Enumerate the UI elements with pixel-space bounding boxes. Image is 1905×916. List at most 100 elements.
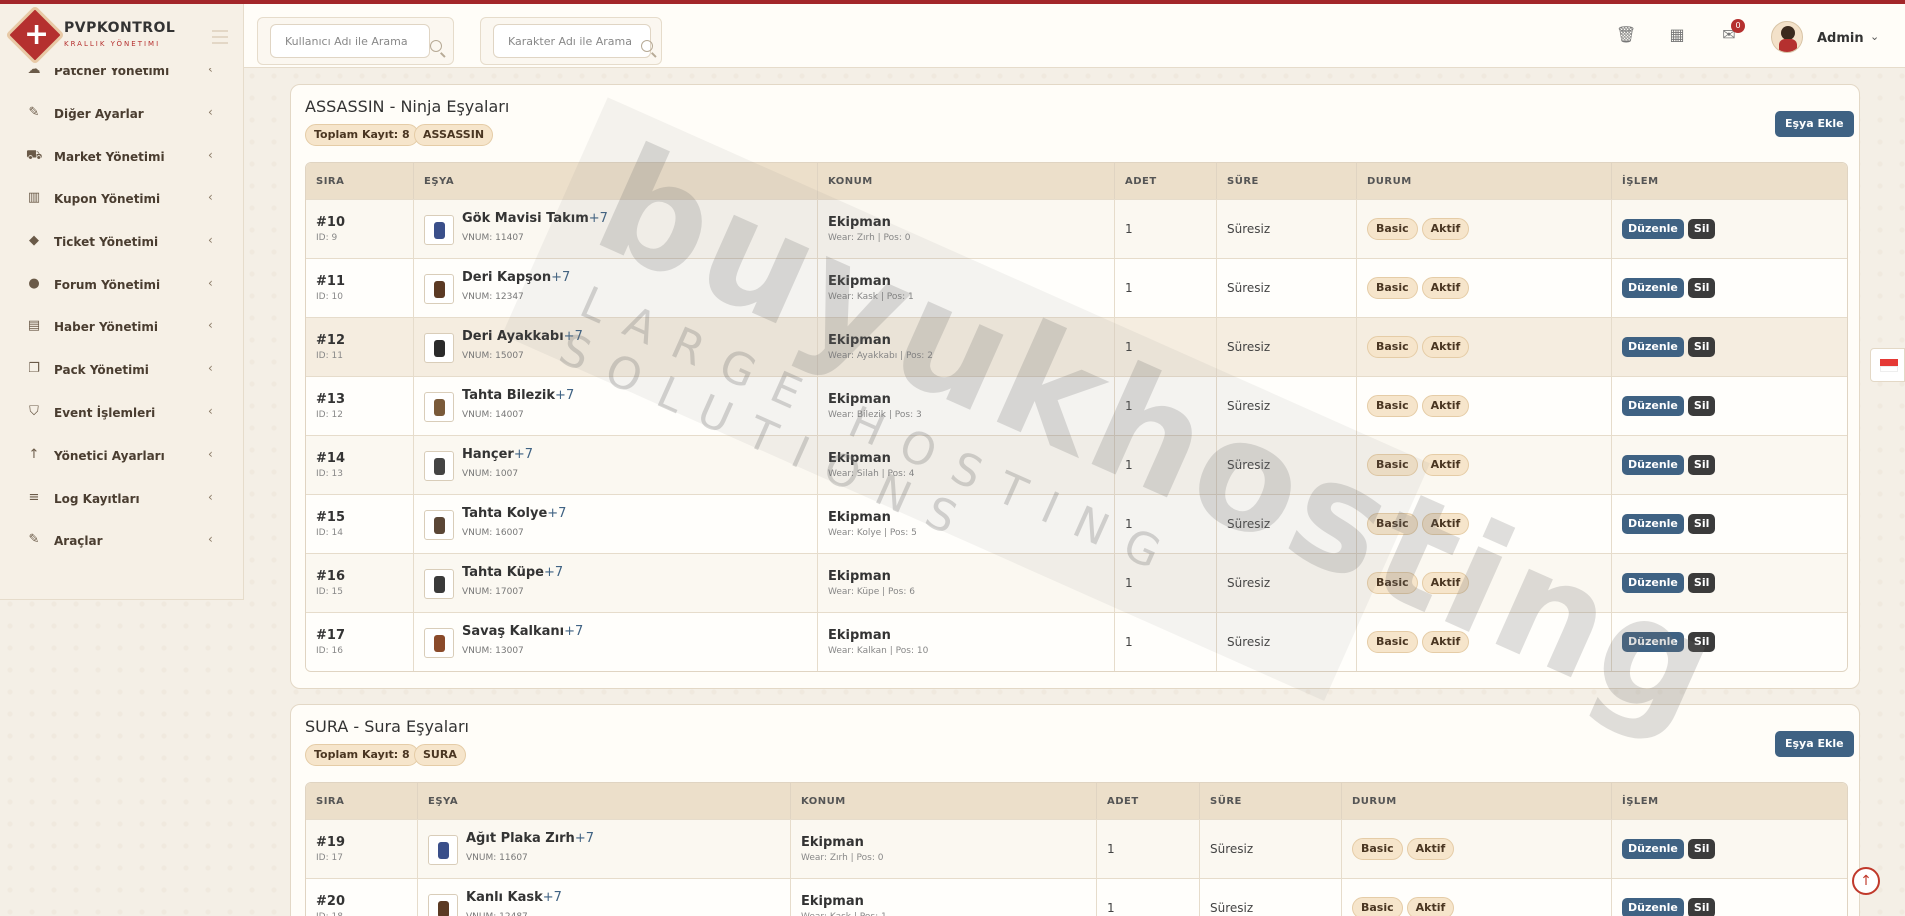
- table-row[interactable]: #11 ID: 10 Deri Kapşon+7 VNUM: 12347 Ekipman…: [306, 258, 1847, 317]
- status-cell: Basic Aktif: [1357, 612, 1612, 671]
- menu-toggle-icon[interactable]: [212, 30, 228, 48]
- sidebar-item-label: Araçlar: [54, 534, 103, 548]
- wear-position: Wear: Kask | Pos: 1: [801, 912, 1096, 916]
- character-search-input[interactable]: [493, 24, 651, 58]
- duration-cell: Süresiz: [1217, 199, 1357, 258]
- edit-button[interactable]: Düzenle: [1622, 455, 1684, 475]
- chevron-left-icon: ‹: [208, 105, 213, 119]
- sidebar-item-label: Ticket Yönetimi: [54, 235, 159, 249]
- add-item-button[interactable]: Eşya Ekle: [1775, 731, 1854, 757]
- item-thumbnail-icon: [424, 392, 454, 422]
- order-number: #20: [316, 894, 345, 909]
- language-flag-icon[interactable]: [1870, 348, 1905, 382]
- sidebar-item[interactable]: ▥ Kupon Yönetimi ‹: [0, 184, 244, 214]
- edit-button[interactable]: Düzenle: [1622, 898, 1684, 916]
- sidebar-item[interactable]: ↑ Yönetici Ayarları ‹: [0, 441, 244, 471]
- scroll-top-icon[interactable]: ↑: [1852, 867, 1880, 895]
- sidebar-item[interactable]: ● Forum Yönetimi ‹: [0, 270, 244, 300]
- duration-cell: Süresiz: [1217, 553, 1357, 612]
- brand[interactable]: + PVPKONTROL KRALLIK YÖNETIMI: [0, 4, 244, 68]
- order-number: #13: [316, 392, 345, 407]
- edit-button[interactable]: Düzenle: [1622, 396, 1684, 416]
- trash-icon[interactable]: 🗑: [1616, 26, 1636, 44]
- delete-button[interactable]: Sil: [1687, 632, 1716, 652]
- edit-button[interactable]: Düzenle: [1622, 839, 1684, 859]
- user-search-input[interactable]: [270, 24, 430, 58]
- item-name: Gök Mavisi Takım+7: [462, 211, 608, 226]
- order-cell: #15 ID: 14: [306, 494, 414, 553]
- class-tag-badge: ASSASSIN: [414, 124, 494, 146]
- calendar-icon[interactable]: ▦: [1668, 26, 1686, 44]
- add-item-button[interactable]: Eşya Ekle: [1775, 111, 1854, 137]
- basic-badge: Basic: [1367, 572, 1418, 594]
- sidebar-item-label: Yönetici Ayarları: [54, 449, 165, 463]
- item-thumbnail-icon: [424, 333, 454, 363]
- delete-button[interactable]: Sil: [1687, 455, 1716, 475]
- cart-icon: ⛟: [26, 148, 43, 163]
- basic-badge: Basic: [1367, 631, 1418, 653]
- edit-button[interactable]: Düzenle: [1622, 337, 1684, 357]
- admin-name[interactable]: Admin: [1817, 31, 1864, 46]
- sidebar-item[interactable]: ◆ Ticket Yönetimi ‹: [0, 227, 244, 257]
- actions-cell: Düzenle Sil: [1612, 317, 1847, 376]
- basic-badge: Basic: [1352, 838, 1403, 860]
- quantity-cell: 1: [1115, 435, 1217, 494]
- sidebar-item[interactable]: ▤ Haber Yönetimi ‹: [0, 312, 244, 342]
- table-row[interactable]: #16 ID: 15 Tahta Küpe+7 VNUM: 17007 Ekipman W…: [306, 553, 1847, 612]
- sidebar-item-label: Diğer Ayarlar: [54, 107, 144, 121]
- table-row[interactable]: #12 ID: 11 Deri Ayakkabı+7 VNUM: 15007 Ekipm…: [306, 317, 1847, 376]
- chevron-left-icon: ‹: [208, 361, 213, 375]
- delete-button[interactable]: Sil: [1687, 337, 1716, 357]
- table-row[interactable]: #19 ID: 17 Ağıt Plaka Zırh+7 VNUM: 11607 Eki…: [306, 819, 1847, 878]
- edit-button[interactable]: Düzenle: [1622, 632, 1684, 652]
- status-cell: Basic Aktif: [1357, 317, 1612, 376]
- table-row[interactable]: #14 ID: 13 Hançer+7 VNUM: 1007 Ekipman Wear: …: [306, 435, 1847, 494]
- basic-badge: Basic: [1367, 513, 1418, 535]
- basic-badge: Basic: [1367, 218, 1418, 240]
- table-row[interactable]: #17 ID: 16 Savaş Kalkanı+7 VNUM: 13007 Ekipm…: [306, 612, 1847, 671]
- location-cell: Ekipman Wear: Bilezik | Pos: 3: [818, 376, 1115, 435]
- item-vnum: VNUM: 16007: [462, 528, 524, 538]
- edit-button[interactable]: Düzenle: [1622, 219, 1684, 239]
- table-row[interactable]: #13 ID: 12 Tahta Bilezik+7 VNUM: 14007 Ekipm…: [306, 376, 1847, 435]
- delete-button[interactable]: Sil: [1687, 396, 1716, 416]
- sidebar-item[interactable]: ✎ Diğer Ayarlar ‹: [0, 99, 244, 129]
- search-icon[interactable]: [430, 40, 442, 52]
- item-cell: Ağıt Plaka Zırh+7 VNUM: 11607: [418, 819, 791, 878]
- location-name: Ekipman: [801, 835, 864, 850]
- delete-button[interactable]: Sil: [1687, 514, 1716, 534]
- actions-cell: Düzenle Sil: [1612, 612, 1847, 671]
- logo-plus-icon: +: [24, 17, 50, 52]
- location-cell: Ekipman Wear: Kask | Pos: 1: [791, 878, 1097, 916]
- table-row[interactable]: #10 ID: 9 Gök Mavisi Takım+7 VNUM: 11407 Eki…: [306, 199, 1847, 258]
- item-upgrade: +7: [551, 270, 571, 285]
- column-header: İŞLEM: [1612, 163, 1847, 199]
- sidebar-item[interactable]: ⛉ Event İşlemleri ‹: [0, 398, 244, 428]
- table-row[interactable]: #15 ID: 14 Tahta Kolye+7 VNUM: 16007 Ekipman…: [306, 494, 1847, 553]
- delete-button[interactable]: Sil: [1687, 898, 1716, 916]
- location-cell: Ekipman Wear: Ayakkabı | Pos: 2: [818, 317, 1115, 376]
- avatar[interactable]: [1771, 21, 1803, 53]
- sidebar-item[interactable]: ≡ Log Kayıtları ‹: [0, 484, 244, 514]
- actions-cell: Düzenle Sil: [1612, 435, 1847, 494]
- sidebar-item[interactable]: ⛟ Market Yönetimi ‹: [0, 142, 244, 172]
- edit-button[interactable]: Düzenle: [1622, 573, 1684, 593]
- edit-button[interactable]: Düzenle: [1622, 278, 1684, 298]
- items-table: SIRA EŞYA KONUM ADET SÜRE DURUM İŞLEM #19 ID: 1…: [305, 782, 1848, 916]
- sidebar-item[interactable]: ✎ Araçlar ‹: [0, 526, 244, 556]
- delete-button[interactable]: Sil: [1687, 839, 1716, 859]
- chevron-down-icon[interactable]: ⌄: [1870, 30, 1879, 43]
- search-icon[interactable]: [641, 40, 653, 52]
- wear-position: Wear: Kolye | Pos: 5: [828, 528, 917, 538]
- record-id: ID: 16: [316, 646, 343, 656]
- sidebar-item[interactable]: ❐ Pack Yönetimi ‹: [0, 355, 244, 385]
- assassin-items-card: ASSASSIN - Ninja Eşyaları Toplam Kayıt: …: [290, 84, 1860, 689]
- delete-button[interactable]: Sil: [1687, 573, 1716, 593]
- delete-button[interactable]: Sil: [1687, 219, 1716, 239]
- edit-button[interactable]: Düzenle: [1622, 514, 1684, 534]
- delete-button[interactable]: Sil: [1687, 278, 1716, 298]
- item-thumbnail-icon: [424, 451, 454, 481]
- status-cell: Basic Aktif: [1357, 435, 1612, 494]
- table-row[interactable]: #20 ID: 18 Kanlı Kask+7 VNUM: 12487 Ekipman W…: [306, 878, 1847, 916]
- order-number: #11: [316, 274, 345, 289]
